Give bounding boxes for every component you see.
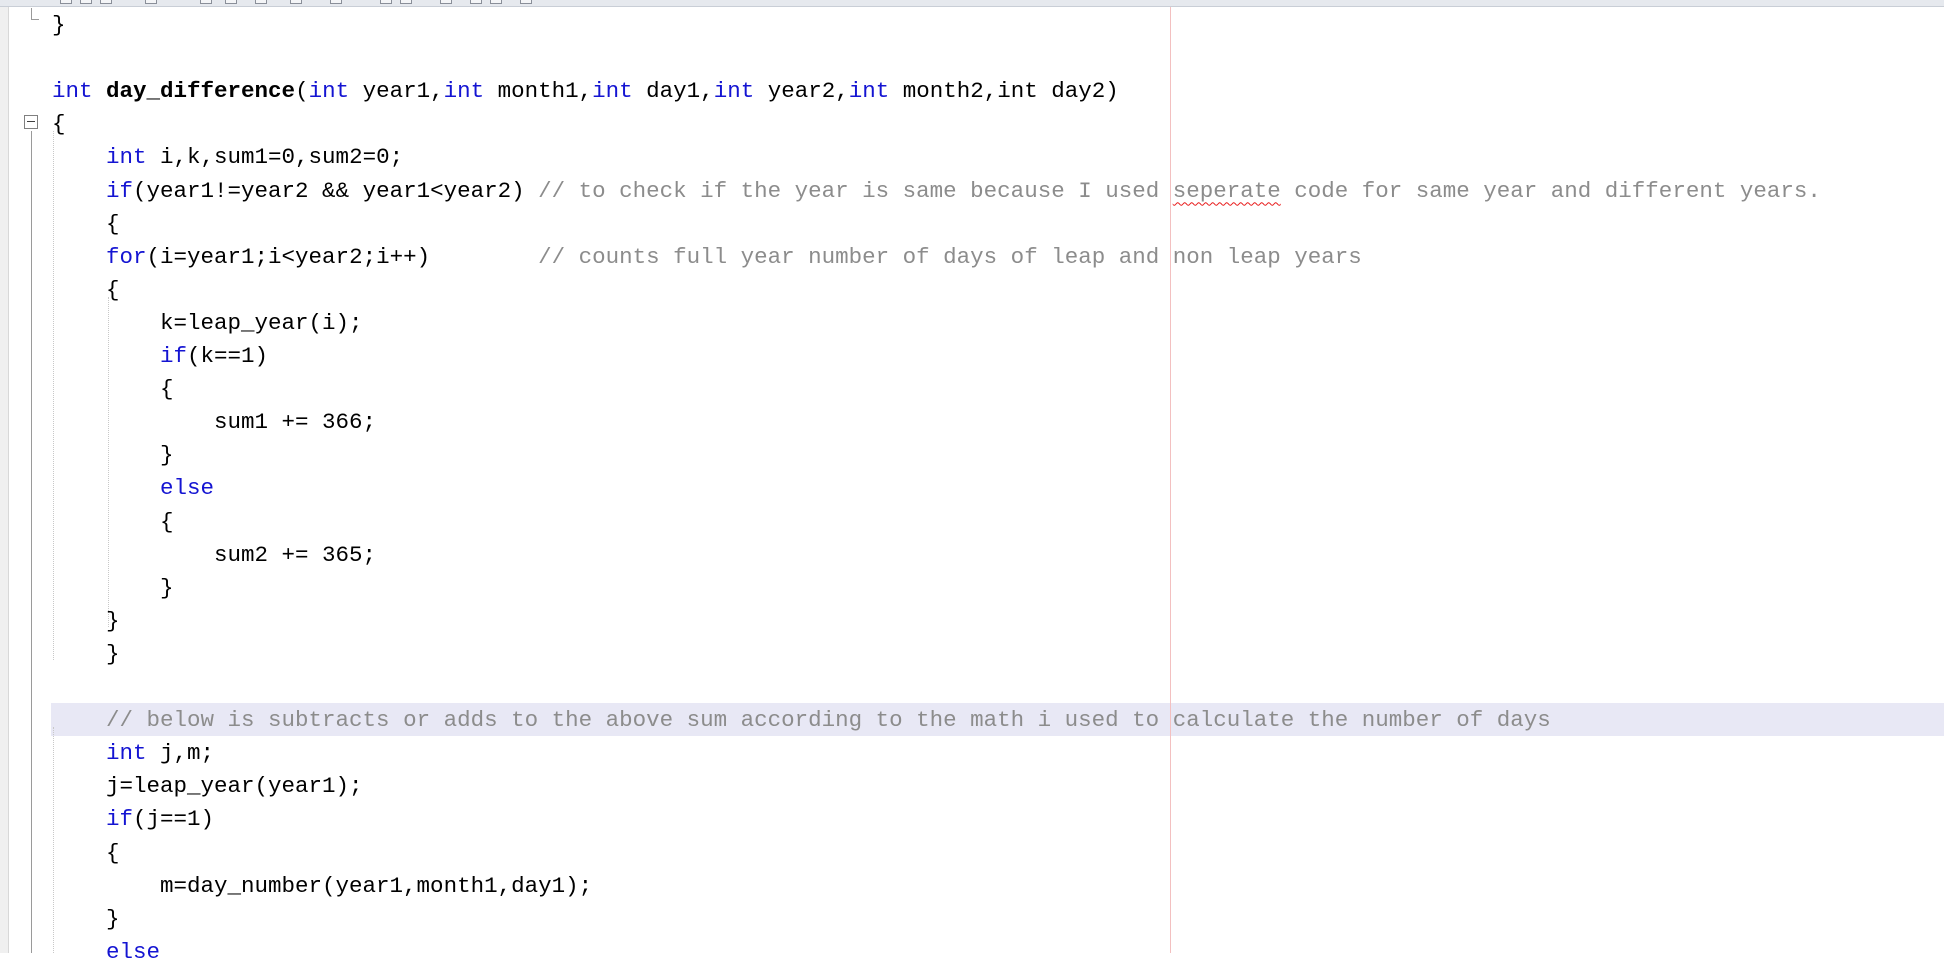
code-token: j,m;: [146, 740, 215, 767]
code-line[interactable]: // below is subtracts or adds to the abo…: [52, 704, 1551, 737]
code-token: if: [106, 177, 134, 204]
code-line[interactable]: else: [52, 472, 214, 505]
code-token: else: [160, 475, 215, 502]
code-token: day2): [1037, 78, 1119, 105]
code-token: (year1!=year2 && year1<year2): [133, 177, 539, 204]
code-line[interactable]: {: [52, 274, 120, 307]
code-line[interactable]: {: [52, 108, 66, 141]
code-line[interactable]: }: [52, 638, 120, 671]
code-token: int: [443, 78, 485, 105]
code-line[interactable]: if(j==1): [52, 803, 214, 836]
code-token: int: [308, 78, 350, 105]
code-line[interactable]: int day_difference(int year1,int month1,…: [52, 75, 1119, 108]
code-line[interactable]: j=leap_year(year1);: [52, 770, 363, 803]
code-token: (j==1): [133, 806, 215, 833]
code-token: year2,: [754, 78, 849, 105]
code-token: int: [713, 78, 755, 105]
code-token: // below is subtracts or adds to the abo…: [106, 707, 1551, 734]
spelling-error-word: seperate: [1172, 177, 1281, 204]
toolbar-icon[interactable]: [520, 0, 532, 4]
fold-collapse-icon[interactable]: [24, 115, 38, 129]
code-token: day_difference: [106, 78, 296, 105]
code-token: day1,: [632, 78, 714, 105]
code-line[interactable]: if(year1!=year2 && year1<year2) // to ch…: [52, 175, 1821, 208]
code-token: i,k,sum1=0,sum2=0;: [146, 144, 404, 171]
toolbar-icon[interactable]: [290, 0, 302, 4]
code-token: (i=year1;i<year2;i++): [146, 243, 539, 270]
toolbar-icon[interactable]: [255, 0, 267, 4]
code-token: month1,: [484, 78, 593, 105]
code-line[interactable]: sum1 += 366;: [52, 406, 376, 439]
code-token: int: [997, 78, 1038, 105]
edge-column-line: [1170, 7, 1171, 953]
toolbar-icon[interactable]: [470, 0, 482, 4]
toolbar-icon[interactable]: [490, 0, 502, 4]
code-line[interactable]: int i,k,sum1=0,sum2=0;: [52, 141, 403, 174]
code-token: month2,: [889, 78, 998, 105]
fold-line: [31, 131, 32, 953]
toolbar-icon[interactable]: [200, 0, 212, 4]
code-line[interactable]: }: [52, 572, 174, 605]
code-line[interactable]: int j,m;: [52, 737, 214, 770]
code-line[interactable]: {: [52, 208, 120, 241]
code-token: for: [106, 243, 147, 270]
code-token: int: [106, 740, 147, 767]
code-line[interactable]: }: [52, 439, 174, 472]
toolbar-icon[interactable]: [80, 0, 92, 4]
toolbar-icon[interactable]: [145, 0, 157, 4]
code-token: // to check if the year is same because …: [538, 177, 1173, 204]
code-line[interactable]: }: [52, 903, 120, 936]
code-line[interactable]: {: [52, 837, 120, 870]
code-line[interactable]: {: [52, 506, 174, 539]
code-line[interactable]: }: [52, 605, 120, 638]
toolbar-strip: [0, 0, 1944, 7]
code-token: int: [592, 78, 633, 105]
code-token: // counts full year number of days of le…: [538, 243, 1362, 270]
code-token: (k==1): [187, 343, 269, 369]
code-line[interactable]: {: [52, 373, 174, 406]
code-line[interactable]: sum2 += 365;: [52, 539, 376, 572]
toolbar-icon[interactable]: [330, 0, 342, 4]
toolbar-icon[interactable]: [400, 0, 412, 4]
toolbar-icon[interactable]: [225, 0, 237, 4]
toolbar-icon[interactable]: [440, 0, 452, 4]
code-line[interactable]: if(k==1): [52, 340, 268, 373]
toolbar-icon[interactable]: [380, 0, 392, 4]
code-line[interactable]: }: [52, 9, 66, 42]
code-token: code for same year and different years.: [1280, 177, 1821, 204]
line-gutter: [0, 7, 9, 953]
code-line[interactable]: m=day_number(year1,month1,day1);: [52, 870, 592, 903]
code-token: int: [106, 144, 147, 171]
code-line[interactable]: k=leap_year(i);: [52, 307, 363, 340]
code-token: if: [160, 343, 188, 369]
code-token: else: [106, 938, 161, 965]
toolbar-icon[interactable]: [60, 0, 72, 4]
code-line[interactable]: for(i=year1;i<year2;i++) // counts full …: [52, 241, 1362, 274]
toolbar-icon[interactable]: [100, 0, 112, 4]
code-token: year1,: [349, 78, 444, 105]
code-line[interactable]: else: [52, 936, 160, 969]
fold-end-icon: [31, 8, 39, 20]
code-token: if: [106, 806, 134, 833]
code-token: int: [52, 78, 93, 105]
code-token: (: [295, 78, 309, 105]
code-token: int: [848, 78, 890, 105]
